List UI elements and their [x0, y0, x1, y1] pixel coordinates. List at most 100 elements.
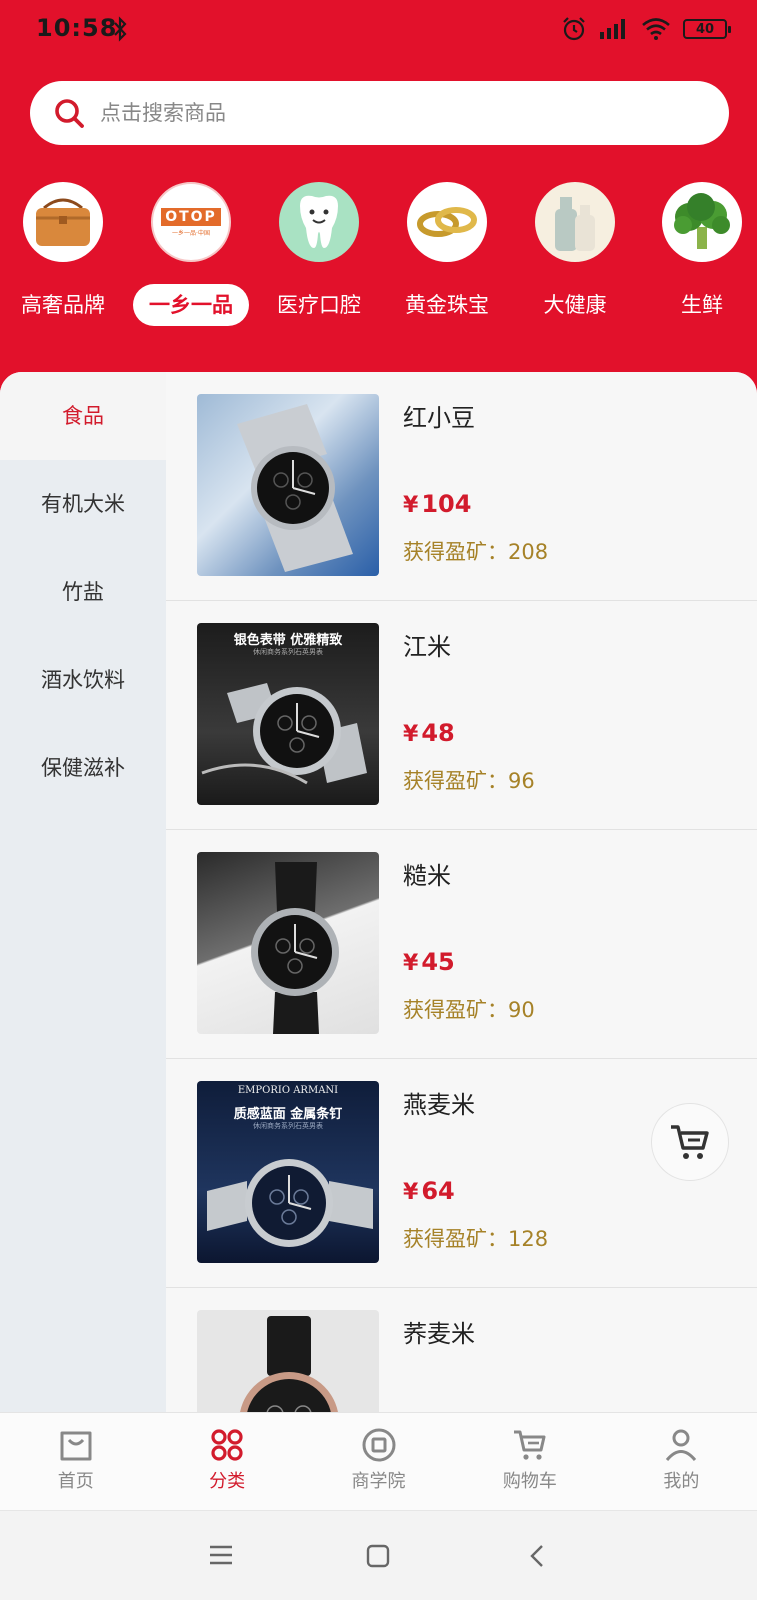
reward-value: 90: [508, 998, 535, 1022]
product-reward: 获得盈矿：208: [403, 536, 548, 566]
nav-label: 分类: [209, 1471, 246, 1492]
price-value: 48: [421, 719, 455, 747]
sidebar-item-organic-rice[interactable]: 有机大米: [0, 460, 166, 548]
nav-label: 商学院: [351, 1471, 406, 1492]
alarm-icon: [563, 17, 585, 41]
reward-label: 获得盈矿：: [403, 540, 508, 564]
cart-icon: [513, 1430, 546, 1460]
product-item[interactable]: 银色表带 优雅精致 休闲商务系列石英男表 江米 ¥48 获得盈矿：96: [166, 601, 757, 830]
category-label: 一乡一品: [133, 284, 249, 326]
watch-image: [201, 683, 367, 785]
otop-logo-subtext: 一乡一品·中国: [172, 229, 210, 237]
currency-symbol: ¥: [403, 1180, 419, 1205]
signal-icon: [600, 19, 625, 39]
back-icon[interactable]: [527, 1543, 547, 1569]
nav-academy[interactable]: 商学院: [303, 1413, 454, 1510]
bottom-nav: 首页 分类 商学院 购物车 我的: [0, 1412, 757, 1510]
menu-icon[interactable]: [208, 1543, 234, 1567]
home-button-icon[interactable]: [365, 1543, 391, 1569]
watch-image: [251, 862, 339, 1034]
price-value: 104: [421, 490, 472, 518]
nav-label: 首页: [57, 1471, 94, 1492]
status-icons: 40: [561, 16, 731, 42]
search-bar[interactable]: [30, 81, 729, 145]
nav-category[interactable]: 分类: [151, 1413, 302, 1510]
nav-label: 我的: [663, 1471, 700, 1492]
handbag-icon: [36, 198, 90, 246]
price-value: 64: [421, 1177, 455, 1205]
product-list: 红小豆 ¥104 获得盈矿：208 银色表带 优雅精致 休闲商务系列石英男表 江…: [166, 372, 757, 1414]
price-value: 45: [421, 948, 455, 976]
nav-cart[interactable]: 购物车: [454, 1413, 605, 1510]
product-reward: 获得盈矿：90: [403, 994, 535, 1024]
category-circle: [535, 182, 615, 262]
product-image: [197, 852, 379, 1034]
reward-label: 获得盈矿：: [403, 998, 508, 1022]
category-circle: OTOP 一乡一品·中国: [151, 182, 231, 262]
watch-image: [239, 1316, 339, 1414]
reward-label: 获得盈矿：: [403, 1227, 508, 1251]
product-item[interactable]: 荞麦米: [166, 1288, 757, 1414]
product-item[interactable]: 糙米 ¥45 获得盈矿：90: [166, 830, 757, 1059]
otop-logo-icon: OTOP 一乡一品·中国: [161, 207, 221, 237]
tooth-icon: [300, 195, 338, 248]
category-label: 医疗口腔: [277, 293, 361, 317]
category-otop[interactable]: OTOP 一乡一品·中国 一乡一品: [126, 182, 256, 342]
home-icon: [60, 1431, 92, 1461]
product-reward: 获得盈矿：128: [403, 1223, 548, 1253]
category-circle: [662, 182, 742, 262]
content-panel: 食品 有机大米 竹盐 酒水饮料 保健滋补 红小豆 ¥104 获得盈矿：208 银…: [0, 372, 757, 1414]
category-circle: [279, 182, 359, 262]
category-dental[interactable]: 医疗口腔: [254, 182, 384, 342]
sidebar-item-food[interactable]: 食品: [0, 372, 166, 460]
reward-value: 96: [508, 769, 535, 793]
otop-logo-text: OTOP: [161, 207, 221, 226]
sidebar-item-drinks[interactable]: 酒水饮料: [0, 636, 166, 724]
status-time: 10:58: [36, 14, 118, 42]
sub-category-sidebar: 食品 有机大米 竹盐 酒水饮料 保健滋补: [0, 372, 166, 1414]
product-image: [197, 1310, 379, 1414]
nav-label: 购物车: [502, 1471, 557, 1492]
bluetooth-icon: [114, 16, 127, 42]
watch-image: [207, 1159, 373, 1247]
product-name: 糙米: [403, 862, 451, 890]
category-icon: [211, 1429, 243, 1461]
product-name: 江米: [403, 633, 451, 661]
watch-image: [237, 404, 353, 572]
category-jewelry[interactable]: 黄金珠宝: [382, 182, 512, 342]
product-item[interactable]: 红小豆 ¥104 获得盈矿：208: [166, 372, 757, 601]
bottles-icon: [555, 197, 595, 251]
product-image: [197, 394, 379, 576]
category-luxury[interactable]: 高奢品牌: [0, 182, 128, 342]
category-health[interactable]: 大健康: [510, 182, 640, 342]
reward-label: 获得盈矿：: [403, 769, 508, 793]
product-image: 银色表带 优雅精致 休闲商务系列石英男表: [197, 623, 379, 805]
category-fresh[interactable]: 生鲜: [637, 182, 757, 342]
product-name: 燕麦米: [403, 1091, 475, 1119]
product-price: ¥48: [403, 719, 455, 747]
search-input[interactable]: [100, 101, 660, 125]
product-name: 红小豆: [403, 404, 475, 432]
sidebar-item-bamboo-salt[interactable]: 竹盐: [0, 548, 166, 636]
product-name: 荞麦米: [403, 1320, 475, 1348]
category-row: 高奢品牌 OTOP 一乡一品·中国 一乡一品 医疗口腔 黄金珠宝 大健康 生鲜: [0, 182, 757, 342]
category-circle: [23, 182, 103, 262]
sidebar-item-health-supplements[interactable]: 保健滋补: [0, 724, 166, 812]
status-bar: 10:58 40: [0, 0, 757, 64]
product-image: EMPORIO ARMANI 质感蓝面 金属条钉 休闲商务系列石英男表: [197, 1081, 379, 1263]
category-circle: [407, 182, 487, 262]
category-label: 生鲜: [681, 293, 723, 317]
gold-rings-icon: [417, 207, 477, 237]
reward-value: 208: [508, 540, 549, 564]
nav-home[interactable]: 首页: [0, 1413, 151, 1510]
product-price: ¥64: [403, 1177, 455, 1205]
battery-icon: 40: [683, 19, 731, 39]
nav-profile[interactable]: 我的: [606, 1413, 757, 1510]
category-label: 大健康: [543, 293, 607, 317]
profile-icon: [666, 1429, 697, 1461]
system-nav-bar: [0, 1510, 757, 1600]
cart-icon: [671, 1125, 709, 1159]
search-icon: [55, 99, 84, 128]
broccoli-icon: [674, 193, 730, 249]
floating-cart-button[interactable]: [651, 1103, 729, 1181]
